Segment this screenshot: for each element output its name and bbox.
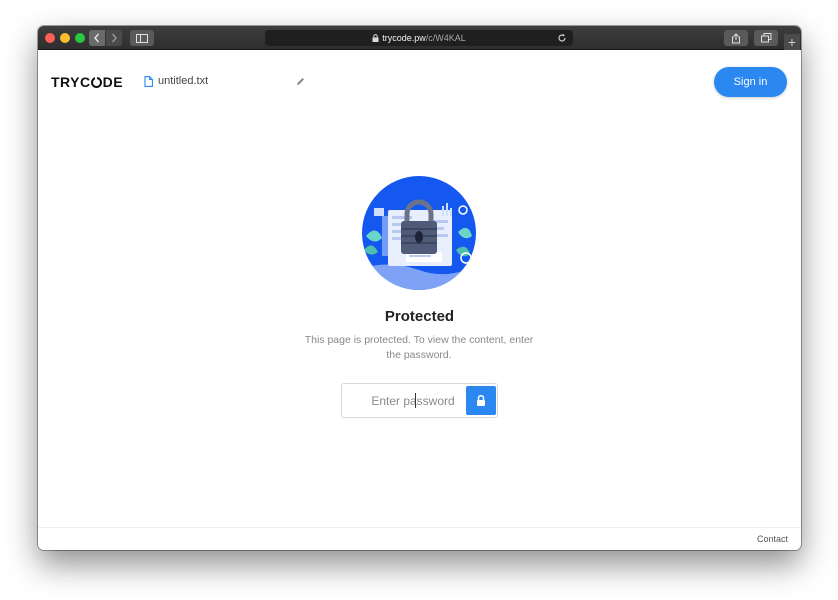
password-form [341,383,498,418]
show-tabs-button[interactable] [754,30,778,46]
file-name[interactable]: untitled.txt [144,75,208,87]
zoom-window-button[interactable] [75,33,85,43]
sidebar-icon [136,33,148,43]
close-window-button[interactable] [45,33,55,43]
minimize-window-button[interactable] [60,33,70,43]
browser-titlebar: trycode.pw/c/W4KAL + [38,26,801,50]
reload-icon[interactable] [557,33,567,43]
url-host: trycode.pw [382,33,426,43]
page-title: Protected [384,308,455,325]
contact-link[interactable]: Contact [757,534,788,544]
unlock-icon [477,395,485,406]
protected-lock-illustration [362,176,476,290]
brand-logo[interactable]: TRYC DE [51,74,123,90]
url-path: /c/W4KAL [425,33,466,43]
power-o-glyph [91,76,103,88]
file-name-label: untitled.txt [158,75,209,87]
chevron-left-icon [94,33,100,43]
lock-icon [372,34,379,42]
unlock-button[interactable] [466,386,496,415]
new-tab-button[interactable]: + [784,34,800,50]
chevron-right-icon [111,33,117,43]
sidebar-toggle-button[interactable] [130,30,154,46]
sign-in-button[interactable]: Sign in [714,67,787,97]
back-button[interactable] [89,30,105,46]
protected-description: This page is protected. To view the cont… [304,334,534,361]
pencil-icon[interactable] [296,77,305,86]
text-cursor [415,393,416,408]
share-icon [732,32,740,43]
tabs-icon [760,33,771,43]
address-bar[interactable]: trycode.pw/c/W4KAL [265,30,573,46]
forward-button[interactable] [106,30,122,46]
footer: Contact [38,527,801,550]
page-content: TRYC DE untitled.txt Sign in Protected T… [38,50,801,550]
file-icon [144,75,153,87]
browser-window: trycode.pw/c/W4KAL + TRYC DE untitled.txt… [38,26,801,550]
password-input[interactable] [343,385,463,416]
share-button[interactable] [724,30,748,46]
